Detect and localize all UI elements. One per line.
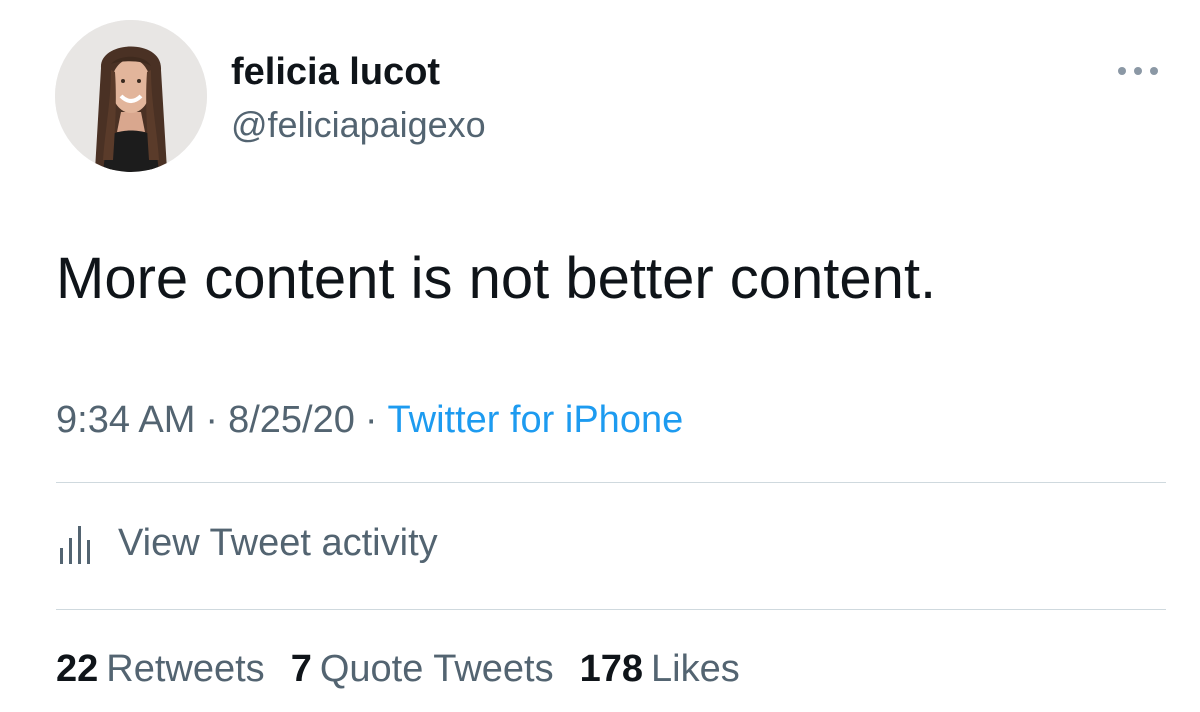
retweets-count: 22 — [56, 648, 99, 690]
divider — [56, 482, 1166, 483]
avatar-image — [55, 20, 207, 172]
likes-count: 178 — [579, 648, 644, 690]
tweet-source-link[interactable]: Twitter for iPhone — [388, 399, 684, 441]
username-handle[interactable]: @feliciapaigexo — [231, 104, 486, 146]
tweet-time[interactable]: 9:34 AM — [56, 399, 195, 441]
tweet-card: felicia lucot @feliciapaigexo More conte… — [0, 0, 1200, 712]
quote-tweets-count: 7 — [290, 648, 312, 690]
more-horizontal-icon — [1118, 67, 1158, 75]
likes-label: Likes — [651, 648, 740, 690]
bar-chart-icon — [56, 518, 96, 568]
tweet-text: More content is not better content. — [56, 246, 937, 311]
view-tweet-activity-button[interactable]: View Tweet activity — [56, 518, 438, 568]
divider — [56, 609, 1166, 610]
retweets-label: Retweets — [106, 648, 265, 690]
retweets-stat[interactable]: 22 Retweets — [56, 644, 265, 694]
likes-stat[interactable]: 178 Likes — [580, 644, 740, 694]
separator-dot: · — [205, 399, 219, 441]
tweet-meta: 9:34 AM · 8/25/20 · Twitter for iPhone — [56, 396, 683, 444]
view-tweet-activity-label: View Tweet activity — [118, 522, 438, 564]
separator-dot: · — [364, 399, 378, 441]
quote-tweets-stat[interactable]: 7 Quote Tweets — [291, 644, 554, 694]
more-options-button[interactable] — [1110, 58, 1166, 84]
display-name[interactable]: felicia lucot — [231, 50, 440, 94]
tweet-stats: 22 Retweets 7 Quote Tweets 178 Likes — [56, 644, 766, 694]
quote-tweets-label: Quote Tweets — [319, 648, 554, 690]
avatar[interactable] — [55, 20, 207, 172]
tweet-date[interactable]: 8/25/20 — [228, 399, 355, 441]
